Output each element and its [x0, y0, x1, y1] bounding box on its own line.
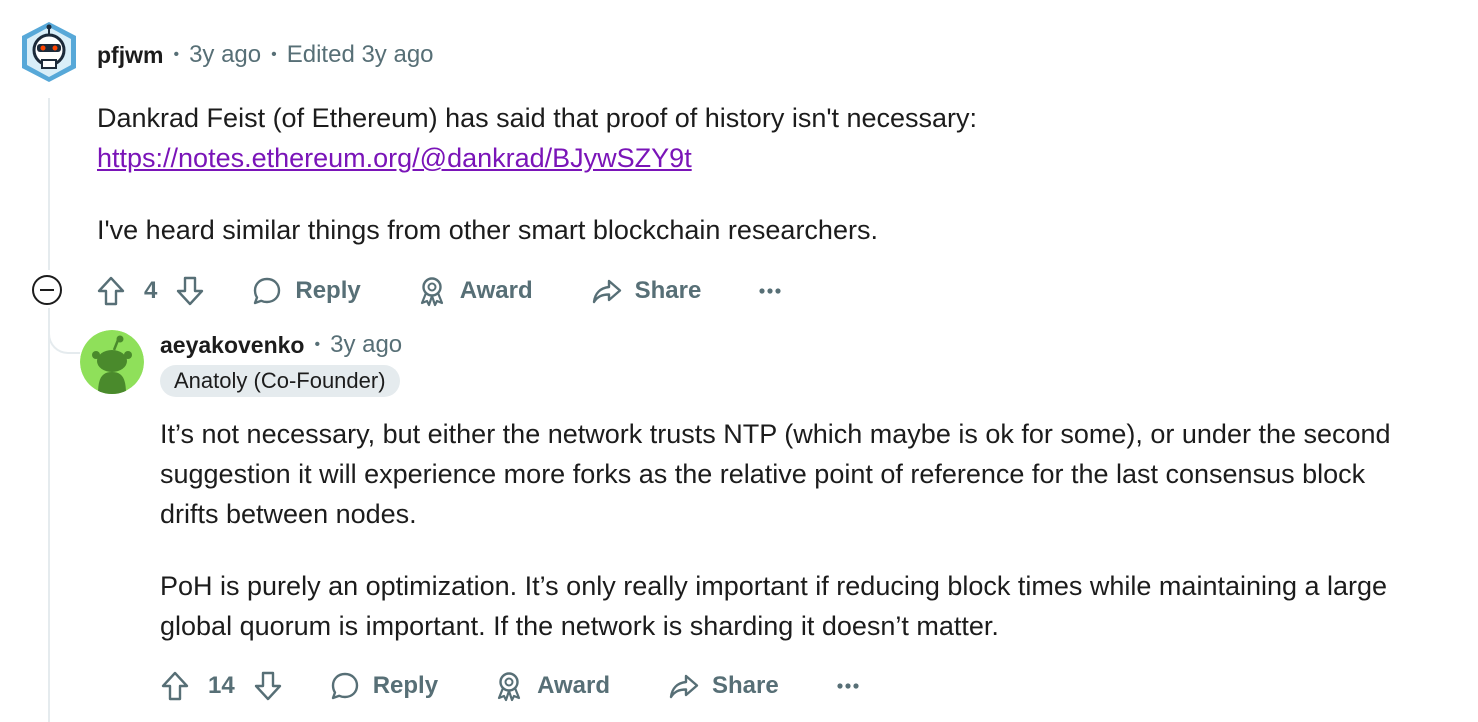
vote-count: 4 — [144, 277, 158, 304]
reply-button[interactable]: Reply — [329, 670, 438, 702]
ellipsis-icon — [759, 288, 781, 294]
edited-label: Edited 3y ago — [286, 41, 434, 68]
award-ribbon-icon — [497, 672, 521, 702]
award-button[interactable]: Award — [493, 670, 610, 702]
more-options-button[interactable] — [758, 287, 782, 295]
share-arrow-icon — [592, 279, 621, 304]
comment-meta: pfjwm • 3y ago • Edited 3y ago — [97, 38, 434, 72]
reply-label: Reply — [372, 672, 439, 699]
speech-bubble-icon — [254, 277, 281, 305]
downvote-button[interactable] — [253, 670, 283, 702]
comment-paragraph: Dankrad Feist (of Ethereum) has said tha… — [97, 103, 978, 133]
author-name[interactable]: aeyakovenko — [160, 332, 304, 359]
separator-dot: • — [314, 336, 321, 353]
upvote-button[interactable] — [96, 275, 126, 307]
share-label: Share — [711, 672, 779, 699]
vote-count: 14 — [208, 672, 235, 699]
comment-actions: 14 Reply Award Share — [160, 664, 860, 708]
downvote-arrow-icon — [254, 671, 281, 701]
award-label: Award — [459, 277, 533, 304]
award-button[interactable]: Award — [416, 275, 533, 307]
more-options-button[interactable] — [836, 682, 860, 690]
collapse-thread-button[interactable] — [32, 275, 62, 305]
share-button[interactable]: Share — [668, 670, 779, 702]
reply-label: Reply — [295, 277, 361, 304]
comment-link[interactable]: https://notes.ethereum.org/@dankrad/BJyw… — [97, 143, 692, 173]
upvote-arrow-icon — [161, 671, 189, 701]
comment-paragraph: It’s not necessary, but either the netwo… — [160, 419, 1391, 529]
comment-paragraph: I've heard similar things from other sma… — [97, 215, 878, 245]
share-label: Share — [634, 277, 702, 304]
speech-bubble-icon — [331, 672, 358, 700]
comment-body: Dankrad Feist (of Ethereum) has said tha… — [97, 98, 1297, 250]
comment-paragraph: PoH is purely an optimization. It’s only… — [160, 571, 1388, 641]
reply-button[interactable]: Reply — [251, 275, 361, 307]
thread-line — [48, 308, 50, 722]
upvote-arrow-icon — [97, 276, 125, 306]
timestamp[interactable]: 3y ago — [330, 331, 402, 359]
award-label: Award — [537, 672, 610, 699]
downvote-button[interactable] — [175, 275, 205, 307]
downvote-arrow-icon — [177, 276, 204, 306]
comment-body: It’s not necessary, but either the netwo… — [160, 414, 1430, 646]
avatar[interactable] — [18, 20, 80, 84]
thread-elbow — [48, 312, 80, 354]
share-arrow-icon — [669, 674, 699, 699]
user-flair: Anatoly (Co-Founder) — [160, 365, 400, 397]
author-name[interactable]: pfjwm — [97, 42, 163, 69]
minus-circle-icon — [40, 289, 54, 291]
thread-line — [48, 98, 50, 270]
separator-dot: • — [271, 46, 277, 63]
comment-meta: aeyakovenko • 3y ago — [160, 328, 402, 362]
avatar[interactable] — [80, 330, 144, 394]
share-button[interactable]: Share — [591, 275, 702, 307]
separator-dot: • — [173, 46, 180, 63]
ellipsis-icon — [837, 683, 859, 689]
award-ribbon-icon — [420, 277, 443, 307]
timestamp[interactable]: 3y ago — [189, 41, 261, 69]
comment-actions: 4 Reply Award Share — [96, 269, 782, 313]
upvote-button[interactable] — [160, 670, 190, 702]
